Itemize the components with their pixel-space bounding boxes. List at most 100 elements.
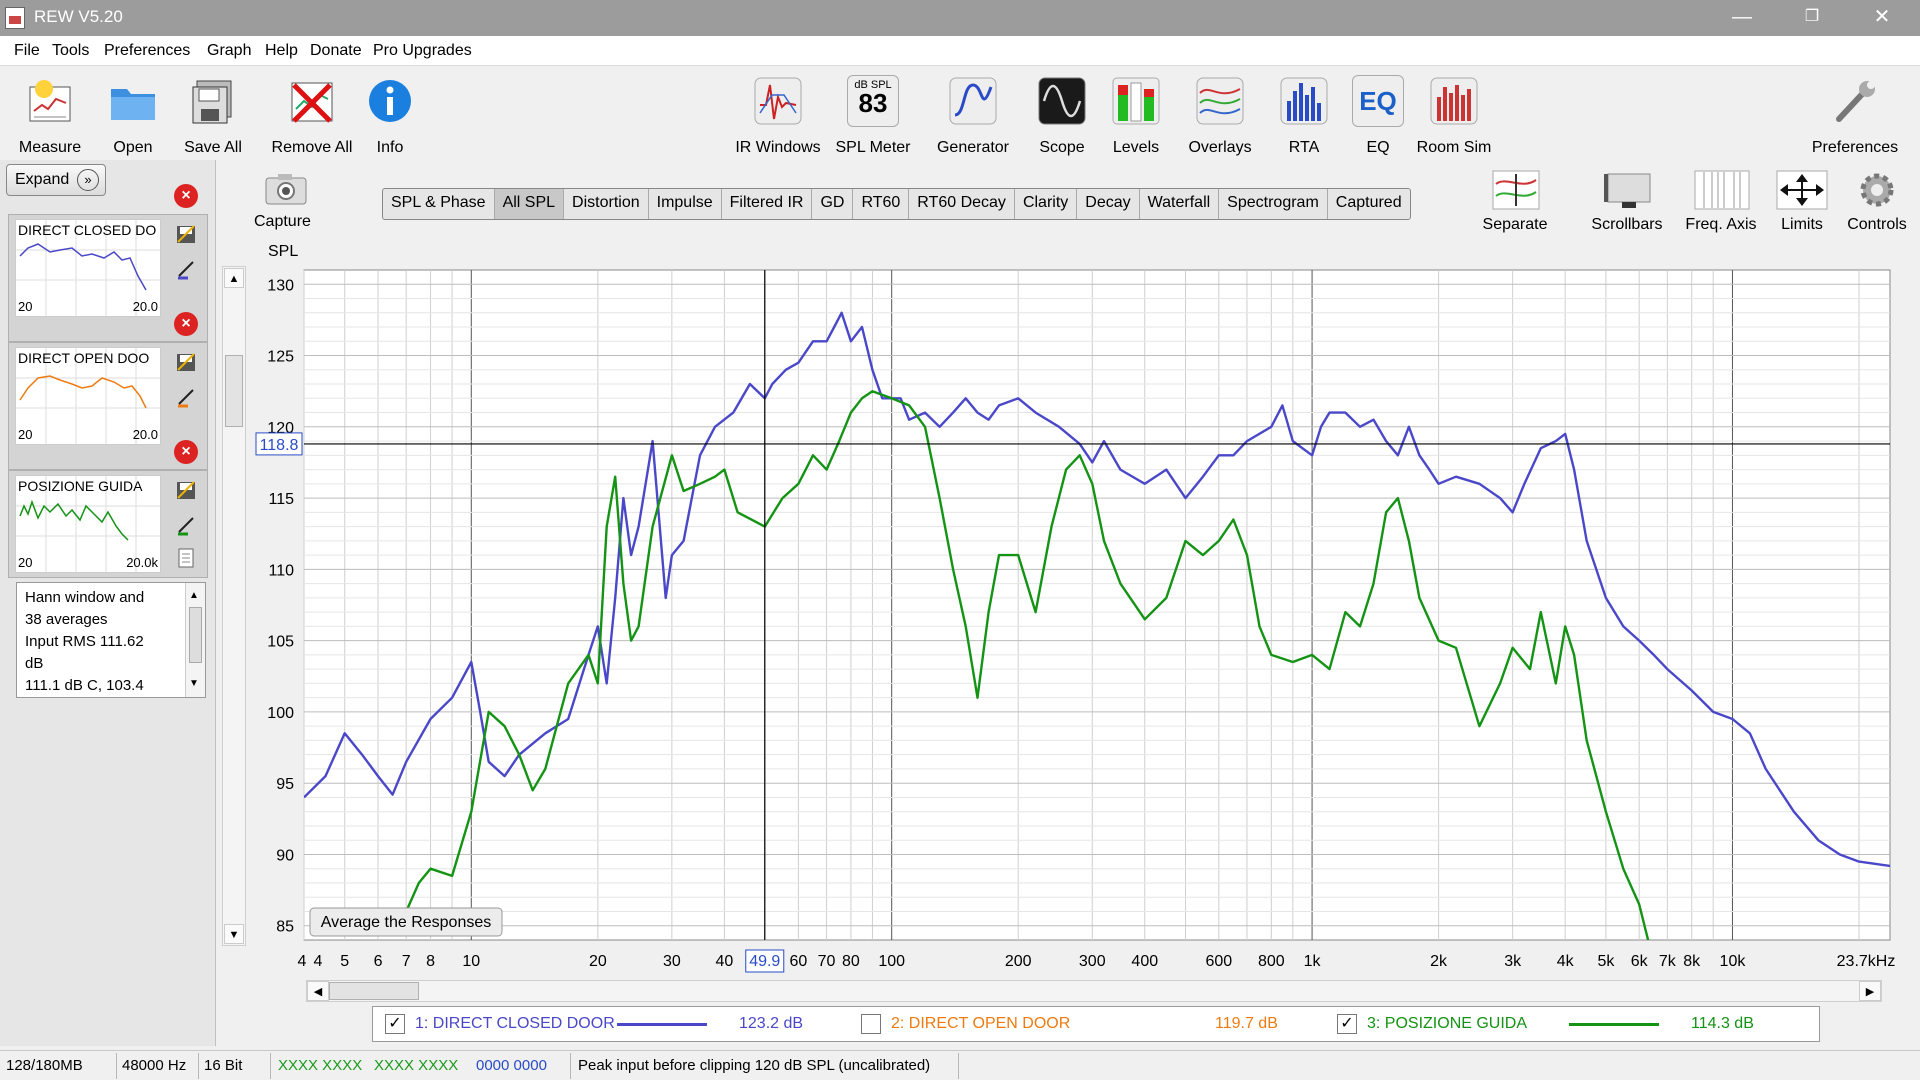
- status-bar: 128/180MB 48000 Hz 16 Bit XXXX XXXX XXXX…: [0, 1050, 1920, 1080]
- info-scrollbar[interactable]: ▲ ▼: [185, 583, 205, 697]
- rta-icon: [1280, 77, 1328, 125]
- preferences-button[interactable]: Preferences: [1800, 67, 1910, 159]
- controls-button[interactable]: Controls: [1844, 168, 1910, 238]
- overlays-button[interactable]: Overlays: [1180, 67, 1260, 159]
- save-measurement-3-icon[interactable]: [174, 478, 198, 502]
- menu-help[interactable]: Help: [265, 42, 298, 60]
- thumb-x-end: 20.0: [132, 299, 158, 314]
- tab-decay[interactable]: Decay: [1077, 189, 1140, 219]
- cursor-x-readout: 49.9: [749, 953, 780, 970]
- camera-icon[interactable]: [264, 172, 308, 206]
- menu-donate[interactable]: Donate: [310, 42, 362, 60]
- spl-meter-button[interactable]: dB SPL 83 SPL Meter: [830, 67, 916, 159]
- title-bar: REW V5.20 — ❐ ✕: [0, 0, 1920, 36]
- tab-gd[interactable]: GD: [812, 189, 854, 219]
- measure-button[interactable]: Measure: [10, 67, 90, 159]
- restore-button[interactable]: ❐: [1782, 0, 1842, 36]
- spl-graph[interactable]: 130125120115110105100959085 4 4 5 6 7 8 10 20 30…: [248, 244, 1920, 984]
- menu-tools[interactable]: Tools: [52, 42, 89, 60]
- tab-spectrogram[interactable]: Spectrogram: [1219, 189, 1328, 219]
- delete-measurement-2-button[interactable]: ×: [174, 312, 198, 336]
- tab-rt60-decay[interactable]: RT60 Decay: [909, 189, 1015, 219]
- legend-checkbox-2[interactable]: [861, 1014, 881, 1034]
- levels-icon: [1112, 77, 1160, 125]
- menu-preferences[interactable]: Preferences: [104, 42, 190, 60]
- save-measurement-1-icon[interactable]: [174, 222, 198, 246]
- tab-filtered-ir[interactable]: Filtered IR: [722, 189, 813, 219]
- x-tick-label: 2k: [1430, 953, 1448, 970]
- tab-rt60[interactable]: RT60: [853, 189, 910, 219]
- tab-spl-phase[interactable]: SPL & Phase: [383, 189, 495, 219]
- scroll-left-icon[interactable]: ◀: [307, 981, 329, 1001]
- x-tick-label: 6: [374, 953, 383, 970]
- menu-file[interactable]: File: [14, 42, 40, 60]
- ir-windows-button[interactable]: IR Windows: [730, 67, 826, 159]
- open-label: Open: [113, 139, 153, 156]
- edit-measurement-1-icon[interactable]: [174, 256, 198, 280]
- capture-label[interactable]: Capture: [254, 213, 311, 231]
- separate-button[interactable]: Separate: [1474, 168, 1556, 238]
- expand-button[interactable]: Expand »: [6, 164, 106, 196]
- generator-button[interactable]: Generator: [926, 67, 1020, 159]
- legend-value: 114.3 dB: [1691, 1015, 1754, 1032]
- spl-meter-label: SPL Meter: [835, 139, 911, 156]
- limits-button[interactable]: Limits: [1772, 168, 1832, 238]
- remove-all-button[interactable]: Remove All: [264, 67, 360, 159]
- save-all-button[interactable]: Save All: [176, 67, 250, 159]
- vertical-scroll-thumb[interactable]: [225, 355, 243, 427]
- rta-button[interactable]: RTA: [1272, 67, 1336, 159]
- minimize-button[interactable]: —: [1712, 0, 1772, 36]
- horizontal-scroll-thumb[interactable]: [329, 982, 419, 1000]
- tab-clarity[interactable]: Clarity: [1015, 189, 1078, 219]
- edit-measurement-3-icon[interactable]: [174, 512, 198, 536]
- scroll-right-icon[interactable]: ▶: [1859, 981, 1881, 1001]
- info-line: dB: [25, 655, 44, 672]
- tab-all-spl[interactable]: All SPL: [494, 189, 565, 219]
- close-button[interactable]: ✕: [1852, 0, 1912, 36]
- delete-measurement-1-button[interactable]: ×: [174, 184, 198, 208]
- tab-distortion[interactable]: Distortion: [564, 189, 649, 219]
- info-button[interactable]: Info: [360, 67, 420, 159]
- x-tick-label: 7: [402, 953, 411, 970]
- save-all-icon: [192, 80, 232, 124]
- freq-axis-icon: [1694, 170, 1750, 210]
- tab-waterfall[interactable]: Waterfall: [1140, 189, 1220, 219]
- menu-graph[interactable]: Graph: [207, 42, 251, 60]
- scroll-up-icon[interactable]: ▲: [189, 585, 199, 607]
- scope-button[interactable]: Scope: [1030, 67, 1094, 159]
- tab-captured[interactable]: Captured: [1328, 189, 1410, 219]
- info-scroll-thumb[interactable]: [189, 607, 202, 663]
- plot-area[interactable]: [303, 269, 1891, 941]
- edit-measurement-2-icon[interactable]: [174, 384, 198, 408]
- freq-axis-button[interactable]: Freq. Axis: [1678, 168, 1764, 238]
- legend-checkbox-3[interactable]: ✓: [1337, 1014, 1357, 1034]
- graph-vertical-scrollbar[interactable]: ▲ ▼: [222, 266, 246, 946]
- scroll-down-icon[interactable]: ▼: [224, 924, 244, 944]
- scroll-down-icon[interactable]: ▼: [189, 673, 199, 695]
- menu-pro-upgrades[interactable]: Pro Upgrades: [373, 42, 472, 60]
- delete-measurement-3-button[interactable]: ×: [174, 440, 198, 464]
- scrollbars-button[interactable]: Scrollbars: [1584, 168, 1670, 238]
- average-button[interactable]: Average the Responses: [309, 907, 503, 937]
- notes-icon[interactable]: [174, 546, 198, 570]
- x-tick-label: 300: [1079, 953, 1106, 970]
- y-tick-label: 85: [276, 919, 294, 936]
- levels-button[interactable]: Levels: [1104, 67, 1168, 159]
- overlays-icon: [1196, 77, 1244, 125]
- generator-label: Generator: [936, 139, 1010, 156]
- room-sim-button[interactable]: Room Sim: [1414, 67, 1494, 159]
- y-tick-label: 125: [267, 349, 294, 366]
- scroll-up-icon[interactable]: ▲: [224, 268, 244, 288]
- scope-label: Scope: [1039, 139, 1085, 156]
- graph-horizontal-scrollbar[interactable]: ◀ ▶: [306, 980, 1882, 1002]
- separator: [116, 1053, 117, 1079]
- open-button[interactable]: Open: [98, 67, 168, 159]
- save-measurement-2-icon[interactable]: [174, 350, 198, 374]
- eq-button[interactable]: EQ EQ: [1348, 67, 1408, 159]
- measurement-info[interactable]: Hann window and 38 averages Input RMS 11…: [16, 582, 206, 698]
- thumb-x-end: 20.0k: [126, 555, 158, 570]
- room-sim-label: Room Sim: [1416, 139, 1492, 156]
- status-message: Peak input before clipping 120 dB SPL (u…: [578, 1057, 931, 1074]
- tab-impulse[interactable]: Impulse: [649, 189, 722, 219]
- legend-checkbox-1[interactable]: ✓: [385, 1014, 405, 1034]
